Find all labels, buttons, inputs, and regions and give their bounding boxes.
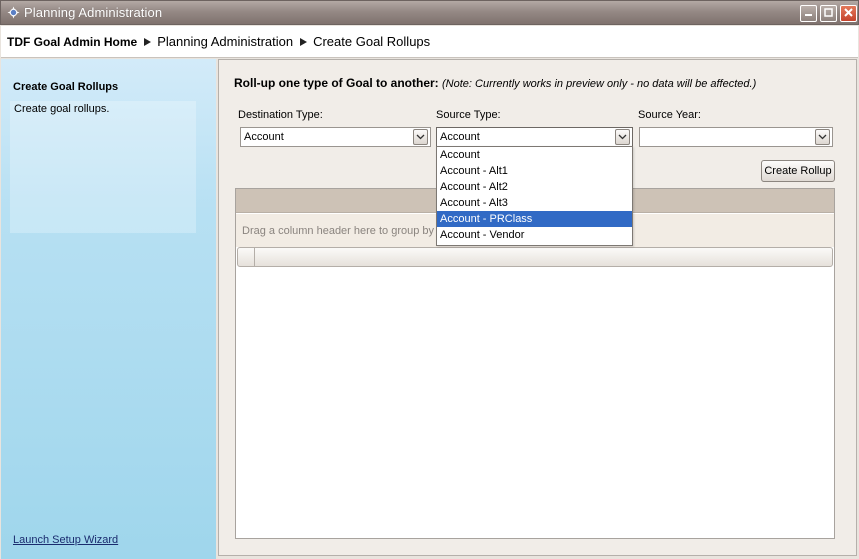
- close-icon: [844, 7, 853, 20]
- chevron-down-icon[interactable]: [815, 129, 830, 145]
- sidebar-title: Create Goal Rollups: [13, 81, 119, 93]
- launch-setup-wizard-link[interactable]: Launch Setup Wizard: [13, 534, 118, 546]
- breadcrumb-item-planning[interactable]: Planning Administration: [157, 34, 293, 49]
- grid-column-header-row[interactable]: [237, 247, 833, 267]
- breadcrumb: TDF Goal Admin Home Planning Administrat…: [1, 26, 858, 58]
- sidebar-description: Create goal rollups.: [14, 103, 110, 115]
- destination-type-value: Account: [244, 131, 284, 143]
- chevron-down-icon[interactable]: [615, 129, 630, 145]
- source-type-value: Account: [440, 131, 480, 143]
- source-type-dropdown-list[interactable]: Account Account - Alt1 Account - Alt2 Ac…: [436, 146, 633, 246]
- maximize-button[interactable]: [820, 5, 837, 22]
- source-type-label: Source Type:: [436, 109, 501, 121]
- headline-note: (Note: Currently works in preview only -…: [442, 78, 757, 90]
- sidebar-description-panel: [10, 101, 196, 233]
- dropdown-option[interactable]: Account: [437, 147, 632, 163]
- sidebar: Create Goal Rollups Create goal rollups.…: [1, 59, 216, 559]
- minimize-button[interactable]: [800, 5, 817, 22]
- dropdown-option-highlighted[interactable]: Account - PRClass: [437, 211, 632, 227]
- window-title: Planning Administration: [24, 5, 163, 20]
- dropdown-option[interactable]: Account - Alt1: [437, 163, 632, 179]
- minimize-icon: [804, 8, 813, 20]
- create-rollup-button[interactable]: Create Rollup: [761, 160, 835, 182]
- source-type-select[interactable]: Account: [436, 127, 633, 147]
- chevron-down-icon[interactable]: [413, 129, 428, 145]
- destination-type-select[interactable]: Account: [240, 127, 431, 147]
- close-button[interactable]: [840, 5, 857, 22]
- source-year-label: Source Year:: [638, 109, 701, 121]
- main-panel: Roll-up one type of Goal to another: (No…: [218, 59, 857, 556]
- gear-app-icon: [7, 6, 20, 19]
- breadcrumb-home-link[interactable]: TDF Goal Admin Home: [7, 35, 137, 49]
- breadcrumb-item-current: Create Goal Rollups: [313, 34, 431, 49]
- dropdown-option[interactable]: Account - Alt3: [437, 195, 632, 211]
- destination-type-label: Destination Type:: [238, 109, 323, 121]
- row-indicator-header: [238, 248, 255, 266]
- maximize-icon: [824, 7, 833, 20]
- breadcrumb-separator-icon: [300, 37, 308, 46]
- breadcrumb-separator-icon: [144, 37, 152, 46]
- page-headline: Roll-up one type of Goal to another: (No…: [234, 76, 756, 90]
- dropdown-option[interactable]: Account - Vendor: [437, 227, 632, 243]
- headline-text: Roll-up one type of Goal to another:: [234, 76, 439, 90]
- source-year-select[interactable]: [639, 127, 833, 147]
- window-titlebar: Planning Administration: [0, 0, 859, 25]
- dropdown-option[interactable]: Account - Alt2: [437, 179, 632, 195]
